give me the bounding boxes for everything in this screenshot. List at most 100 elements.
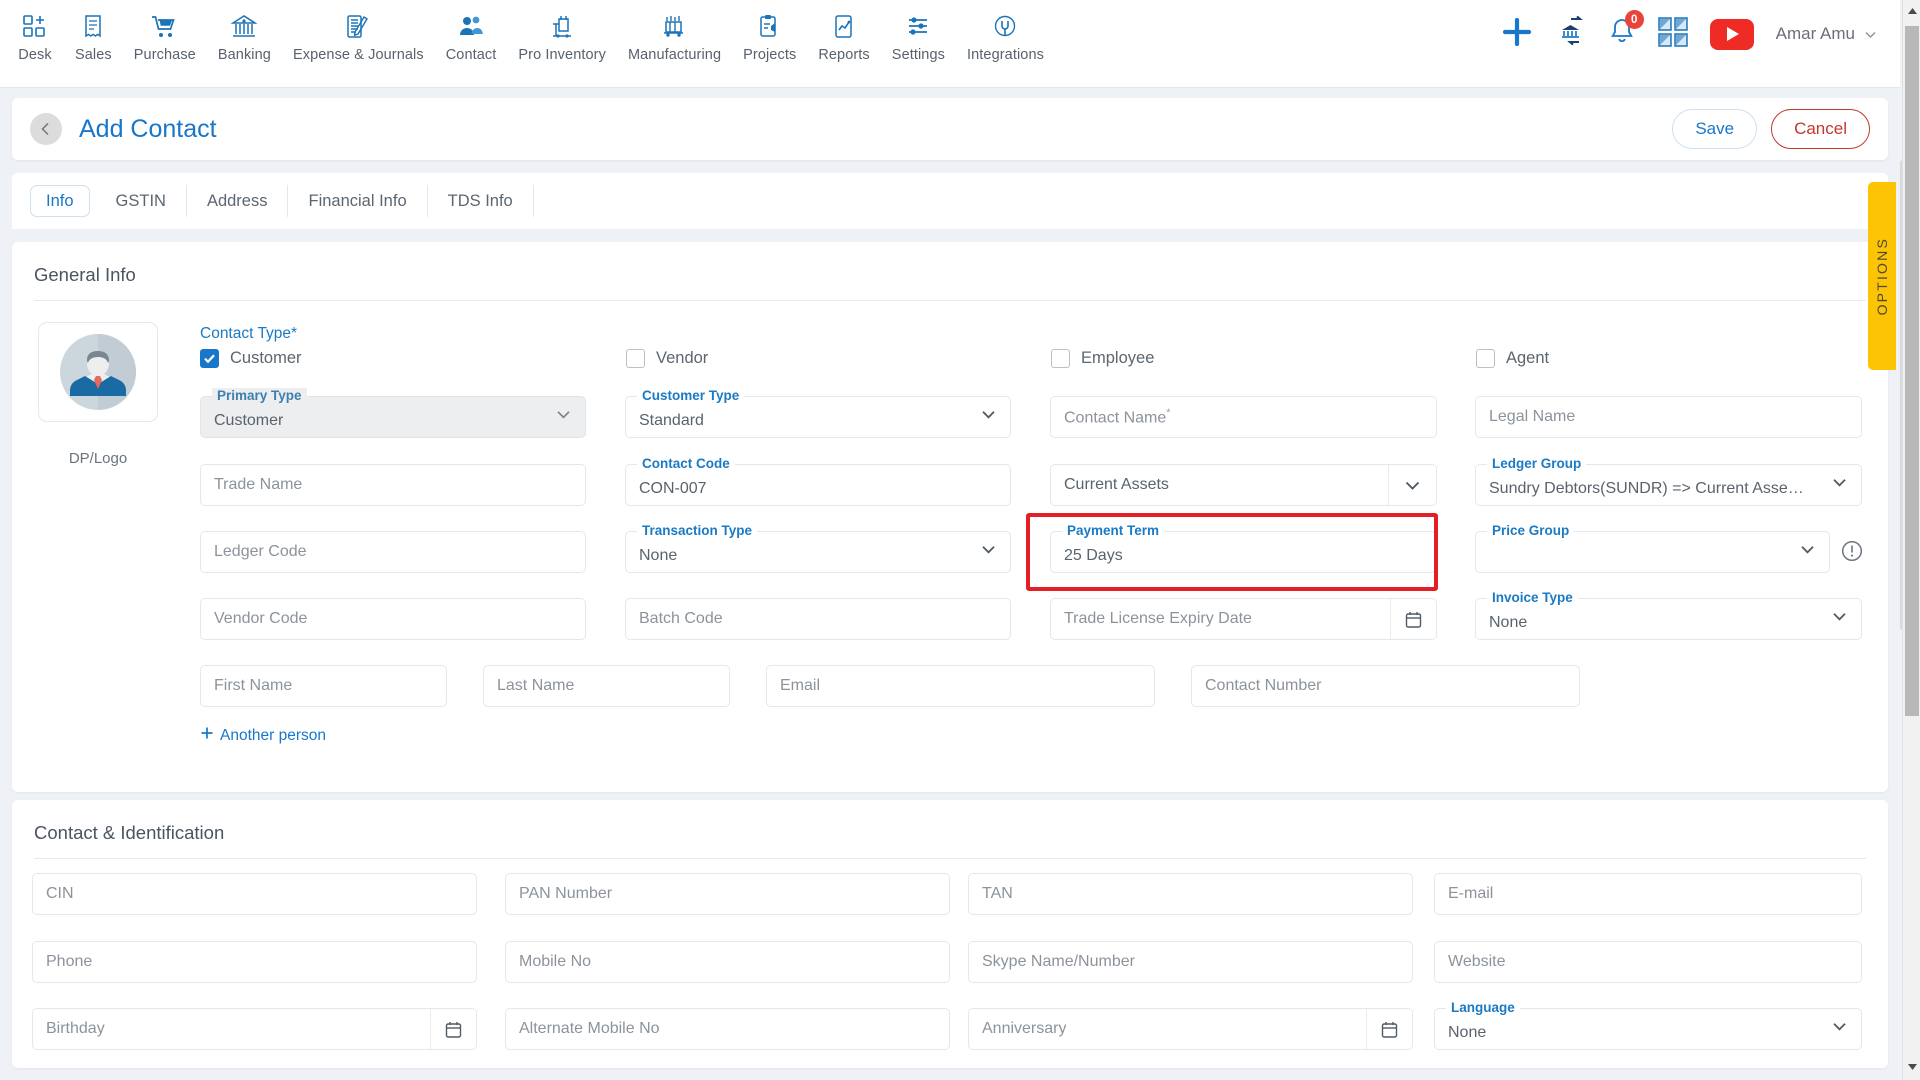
bank-transfer-icon[interactable] bbox=[1555, 15, 1586, 52]
nav-item-reports[interactable]: Reports bbox=[807, 0, 880, 63]
nav-item-integrations[interactable]: Integrations bbox=[956, 0, 1055, 63]
trade-name-input[interactable]: Trade Name bbox=[200, 464, 586, 506]
field-placeholder: CIN bbox=[46, 885, 74, 902]
tab-info[interactable]: Info bbox=[30, 185, 90, 217]
divider bbox=[34, 858, 1866, 859]
window-scrollbar-thumb[interactable] bbox=[1905, 26, 1919, 716]
field-placeholder: E-mail bbox=[1448, 885, 1494, 902]
window-scrollbar[interactable] bbox=[1902, 0, 1920, 1080]
chevron-down-icon[interactable] bbox=[1388, 465, 1436, 505]
cin-input[interactable]: CIN bbox=[32, 873, 477, 915]
ledger-code-input[interactable]: Ledger Code bbox=[200, 531, 586, 573]
chevron-down-icon[interactable] bbox=[554, 405, 573, 429]
nav-item-purchase[interactable]: Purchase bbox=[123, 0, 207, 63]
first-name-input[interactable]: First Name bbox=[200, 665, 447, 707]
calendar-icon[interactable] bbox=[1390, 599, 1436, 639]
pan-number-input[interactable]: PAN Number bbox=[505, 873, 950, 915]
website-input[interactable]: Website bbox=[1434, 941, 1862, 983]
tan-input[interactable]: TAN bbox=[968, 873, 1413, 915]
checkbox-vendor[interactable]: Vendor bbox=[626, 349, 708, 368]
chevron-down-icon[interactable] bbox=[1798, 540, 1817, 564]
field-label: Ledger Group bbox=[1487, 456, 1587, 471]
alternate-mobile-no-input[interactable]: Alternate Mobile No bbox=[505, 1008, 950, 1050]
field-placeholder: Batch Code bbox=[639, 610, 723, 627]
page-header: Add Contact Save Cancel bbox=[12, 98, 1888, 160]
tab-tds-info[interactable]: TDS Info bbox=[428, 185, 534, 217]
checkbox-label: Customer bbox=[230, 349, 302, 367]
nav-item-contact[interactable]: Contact bbox=[435, 0, 508, 63]
checkbox-box[interactable] bbox=[1476, 349, 1495, 368]
tab-address[interactable]: Address bbox=[187, 185, 289, 217]
mobile-no-input[interactable]: Mobile No bbox=[505, 941, 950, 983]
transaction-type-select[interactable]: Transaction Type None bbox=[625, 523, 1011, 573]
ledger-group-select[interactable]: Ledger Group Sundry Debtors(SUNDR) => Cu… bbox=[1475, 456, 1862, 506]
chevron-down-icon[interactable] bbox=[979, 405, 998, 429]
nav-item-projects[interactable]: Projects bbox=[732, 0, 807, 63]
contact-number-input[interactable]: Contact Number bbox=[1191, 665, 1580, 707]
field-placeholder: Trade License Expiry Date bbox=[1064, 610, 1252, 627]
nav-item-settings[interactable]: Settings bbox=[881, 0, 956, 63]
nav-item-banking[interactable]: Banking bbox=[207, 0, 282, 63]
batch-code-input[interactable]: Batch Code bbox=[625, 598, 1011, 640]
chevron-down-icon[interactable] bbox=[1830, 607, 1849, 631]
phone-input[interactable]: Phone bbox=[32, 941, 477, 983]
nav-item-pro-inventory[interactable]: Pro Inventory bbox=[507, 0, 617, 63]
plug-icon bbox=[992, 9, 1018, 45]
legal-name-input[interactable]: Legal Name bbox=[1475, 396, 1862, 438]
anniversary-input[interactable]: Anniversary bbox=[968, 1008, 1413, 1050]
avatar[interactable] bbox=[38, 322, 158, 422]
field-value bbox=[1476, 549, 1489, 556]
chevron-down-icon[interactable] bbox=[1830, 473, 1849, 497]
nav-item-manufacturing[interactable]: Manufacturing bbox=[617, 0, 732, 63]
nav-label: Banking bbox=[217, 47, 271, 63]
general-info-title: General Info bbox=[34, 264, 136, 285]
youtube-play-icon[interactable] bbox=[1709, 18, 1754, 50]
birthday-input[interactable]: Birthday bbox=[32, 1008, 477, 1050]
nav-item-sales[interactable]: Sales bbox=[64, 0, 123, 63]
info-alert-icon[interactable] bbox=[1841, 540, 1863, 567]
checkbox-agent[interactable]: Agent bbox=[1476, 349, 1549, 368]
nav-item-expense-journals[interactable]: Expense & Journals bbox=[282, 0, 435, 63]
checkbox-box[interactable] bbox=[200, 349, 219, 368]
calendar-icon[interactable] bbox=[430, 1009, 476, 1049]
field-placeholder: Vendor Code bbox=[214, 610, 308, 627]
e-mail-input[interactable]: E-mail bbox=[1434, 873, 1862, 915]
checkbox-employee[interactable]: Employee bbox=[1051, 349, 1154, 368]
scroll-up-arrow-icon[interactable] bbox=[1903, 2, 1920, 20]
vendor-code-input[interactable]: Vendor Code bbox=[200, 598, 586, 640]
contact-code-input[interactable]: Contact Code CON-007 bbox=[625, 456, 1011, 506]
invoice-type-select[interactable]: Invoice Type None bbox=[1475, 590, 1862, 640]
email-input[interactable]: Email bbox=[766, 665, 1155, 707]
options-side-tab[interactable]: OPTIONS bbox=[1868, 182, 1896, 370]
ledger-account-select[interactable]: Current Assets bbox=[1050, 464, 1437, 506]
trade-license-expiry-date-input[interactable]: Trade License Expiry Date bbox=[1050, 598, 1437, 640]
language-select[interactable]: Language None bbox=[1434, 1000, 1862, 1050]
checkbox-box[interactable] bbox=[1051, 349, 1070, 368]
chevron-down-icon[interactable] bbox=[979, 540, 998, 564]
price-group-select[interactable]: Price Group bbox=[1475, 523, 1830, 573]
skype-name-number-input[interactable]: Skype Name/Number bbox=[968, 941, 1413, 983]
add-plus-icon[interactable] bbox=[1501, 16, 1533, 53]
customer-type-select[interactable]: Customer Type Standard bbox=[625, 388, 1011, 438]
primary-type-select[interactable]: Primary Type Customer bbox=[200, 388, 586, 438]
payment-term-input[interactable]: Payment Term 25 Days bbox=[1050, 523, 1437, 573]
nav-item-desk[interactable]: Desk bbox=[6, 0, 64, 63]
grid-apps-icon[interactable] bbox=[1657, 16, 1688, 52]
notifications-button[interactable]: 0 bbox=[1608, 10, 1644, 51]
tab-gstin[interactable]: GSTIN bbox=[96, 185, 187, 217]
checkbox-customer[interactable]: Customer bbox=[200, 349, 302, 368]
calendar-icon[interactable] bbox=[1366, 1009, 1412, 1049]
sales-receipt-icon bbox=[80, 9, 106, 45]
contact-name-input[interactable]: Contact Name* bbox=[1050, 396, 1437, 438]
field-label: Primary Type bbox=[212, 388, 307, 403]
tab-financial-info[interactable]: Financial Info bbox=[288, 185, 428, 217]
save-button[interactable]: Save bbox=[1672, 109, 1758, 149]
chevron-down-icon[interactable] bbox=[1830, 1017, 1849, 1041]
checkbox-box[interactable] bbox=[626, 349, 645, 368]
back-button[interactable] bbox=[30, 113, 62, 145]
last-name-input[interactable]: Last Name bbox=[483, 665, 730, 707]
scroll-down-arrow-icon[interactable] bbox=[1903, 1058, 1920, 1076]
another-person-link[interactable]: Another person bbox=[200, 726, 326, 745]
user-menu[interactable]: Amar Amu bbox=[1776, 24, 1878, 44]
cancel-button[interactable]: Cancel bbox=[1771, 109, 1870, 149]
